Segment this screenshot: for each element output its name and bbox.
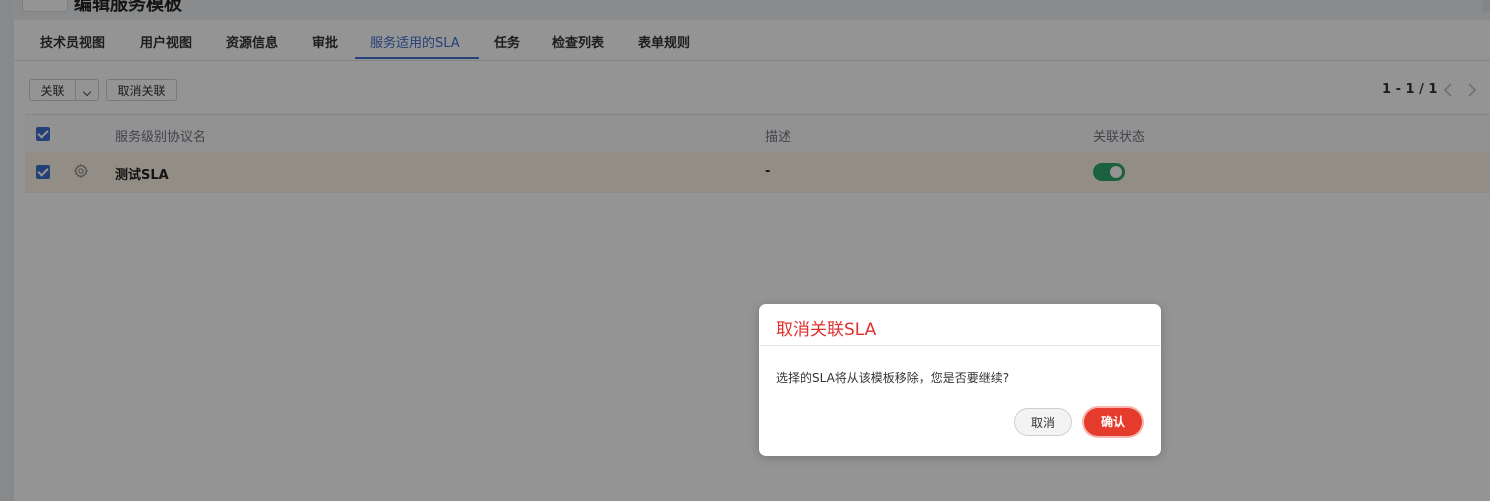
cancel-button[interactable]: 取消 [1014,408,1072,436]
unlink-sla-dialog: 取消关联SLA 选择的SLA将从该模板移除，您是否要继续? 取消 确认 [759,304,1161,456]
modal-overlay [0,0,1490,501]
confirm-button[interactable]: 确认 [1084,408,1142,436]
dialog-message: 选择的SLA将从该模板移除，您是否要继续? [776,371,1010,385]
dialog-title: 取消关联SLA [776,320,877,340]
dialog-divider [759,345,1161,346]
